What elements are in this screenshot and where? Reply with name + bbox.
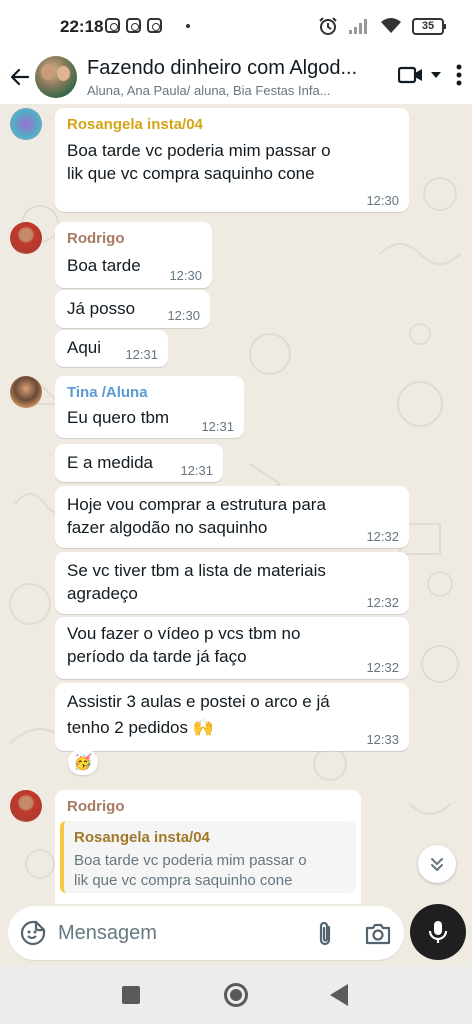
sender-name[interactable]: Rodrigo — [67, 798, 125, 815]
message-text: Boa tarde — [67, 256, 141, 275]
chevron-down-icon — [431, 72, 441, 78]
back-nav-button[interactable] — [330, 984, 348, 1006]
message-bubble[interactable]: E a medida 12:31 — [55, 444, 223, 482]
message-time: 12:30 — [366, 193, 399, 208]
quoted-sender: Rosangela insta/04 — [74, 829, 210, 846]
message-text: tenho 2 pedidos 🙌 — [67, 718, 214, 737]
message-text: Assistir 3 aulas e postei o arco e já — [67, 692, 330, 711]
sender-name[interactable]: Tina /Aluna — [67, 384, 148, 401]
message-time: 12:30 — [167, 308, 200, 323]
message-bubble[interactable]: Tina /Aluna Eu quero tbm 12:31 — [55, 376, 244, 438]
chat-header: Fazendo dinheiro com Algod... Aluna, Ana… — [0, 52, 472, 104]
message-text: Hoje vou comprar a estrutura para — [67, 495, 326, 514]
message-time: 12:31 — [125, 347, 158, 362]
chat-participants[interactable]: Aluna, Ana Paula/ aluna, Bia Festas Infa… — [87, 83, 365, 98]
sender-avatar[interactable] — [10, 376, 42, 408]
message-bubble[interactable]: Aqui 12:31 — [55, 330, 168, 367]
message-reaction[interactable]: 🥳 — [68, 749, 98, 775]
message-input[interactable] — [58, 918, 288, 948]
quoted-text-line: lik que vc compra saquinho cone — [74, 872, 293, 889]
message-text: agradeço — [67, 584, 138, 603]
notification-icons — [105, 18, 190, 33]
group-avatar[interactable] — [35, 56, 77, 98]
system-icons: 35 — [318, 16, 446, 36]
sender-name[interactable]: Rosangela insta/04 — [67, 116, 203, 133]
quoted-text: Boa tarde vc poderia mim passar o lik qu… — [74, 851, 356, 891]
chat-title[interactable]: Fazendo dinheiro com Algod... — [87, 57, 367, 80]
double-chevron-down-icon — [431, 858, 443, 871]
message-text: Já posso — [67, 299, 136, 318]
more-options-icon[interactable] — [456, 64, 462, 86]
voice-message-button[interactable] — [410, 904, 466, 960]
system-navigation-bar — [0, 966, 472, 1024]
message-bubble[interactable]: Rodrigo Boa tarde 12:30 — [55, 222, 212, 288]
home-button[interactable] — [224, 983, 248, 1007]
message-time: 12:33 — [366, 732, 399, 747]
signal-icon — [349, 19, 367, 34]
message-bubble[interactable]: Rosangela insta/04 Boa tarde vc poderia … — [55, 108, 409, 212]
instagram-icon — [126, 18, 141, 33]
video-camera-icon — [398, 66, 422, 84]
more-notifications-icon — [186, 23, 190, 28]
message-text: Aqui — [67, 338, 102, 357]
message-text: fazer algodão no saquinho — [67, 518, 268, 537]
message-time: 12:32 — [366, 595, 399, 610]
instagram-icon — [147, 18, 162, 33]
message-bubble[interactable]: Hoje vou comprar a estrutura para fazer … — [55, 486, 409, 548]
message-bubble[interactable]: Vou fazer o vídeo p vcs tbm no período d… — [55, 617, 409, 679]
sender-name[interactable]: Rodrigo — [67, 230, 125, 247]
message-text: Vou fazer o vídeo p vcs tbm no — [67, 624, 301, 643]
message-time: 12:32 — [366, 660, 399, 675]
microphone-icon — [428, 921, 448, 943]
chat-messages[interactable]: Rosangela insta/04 Boa tarde vc poderia … — [0, 104, 472, 904]
message-time: 12:32 — [366, 529, 399, 544]
message-bubble[interactable]: Assistir 3 aulas e postei o arco e já te… — [55, 683, 409, 751]
message-text: lik que vc compra saquinho cone — [67, 164, 315, 183]
quoted-text-line: Boa tarde vc poderia mim passar o — [74, 852, 307, 869]
status-bar: 22:18 35 — [0, 0, 472, 52]
scroll-to-bottom-button[interactable] — [418, 845, 456, 883]
message-time: 12:30 — [169, 268, 202, 283]
sender-avatar[interactable] — [10, 790, 42, 822]
instagram-icon — [105, 18, 120, 33]
message-time: 12:31 — [180, 463, 213, 478]
back-button[interactable] — [6, 62, 34, 92]
message-text: período da tarde já faço — [67, 647, 247, 666]
battery-icon: 35 — [412, 17, 446, 35]
paperclip-icon[interactable] — [312, 920, 338, 948]
message-bubble[interactable]: Se vc tiver tbm a lista de materiais agr… — [55, 552, 409, 614]
message-bubble[interactable]: Já posso 12:30 — [55, 290, 210, 328]
header-actions — [398, 64, 462, 86]
quoted-message[interactable]: Rosangela insta/04 Boa tarde vc poderia … — [60, 821, 356, 893]
camera-icon[interactable] — [364, 920, 392, 948]
message-text: Eu quero tbm — [67, 408, 170, 427]
message-composer — [8, 906, 404, 960]
video-call-button[interactable] — [398, 65, 442, 85]
recent-apps-button[interactable] — [122, 986, 140, 1004]
arrow-left-icon — [10, 68, 30, 86]
sender-avatar[interactable] — [10, 108, 42, 140]
message-text: E a medida — [67, 453, 153, 472]
message-time: 12:31 — [201, 419, 234, 434]
message-text: Boa tarde vc poderia mim passar o — [67, 141, 331, 160]
alarm-icon — [319, 17, 337, 35]
message-text: Se vc tiver tbm a lista de materiais — [67, 561, 326, 580]
wifi-icon — [381, 18, 401, 33]
sticker-icon[interactable] — [20, 920, 46, 946]
sender-avatar[interactable] — [10, 222, 42, 254]
status-time: 22:18 — [60, 17, 104, 36]
